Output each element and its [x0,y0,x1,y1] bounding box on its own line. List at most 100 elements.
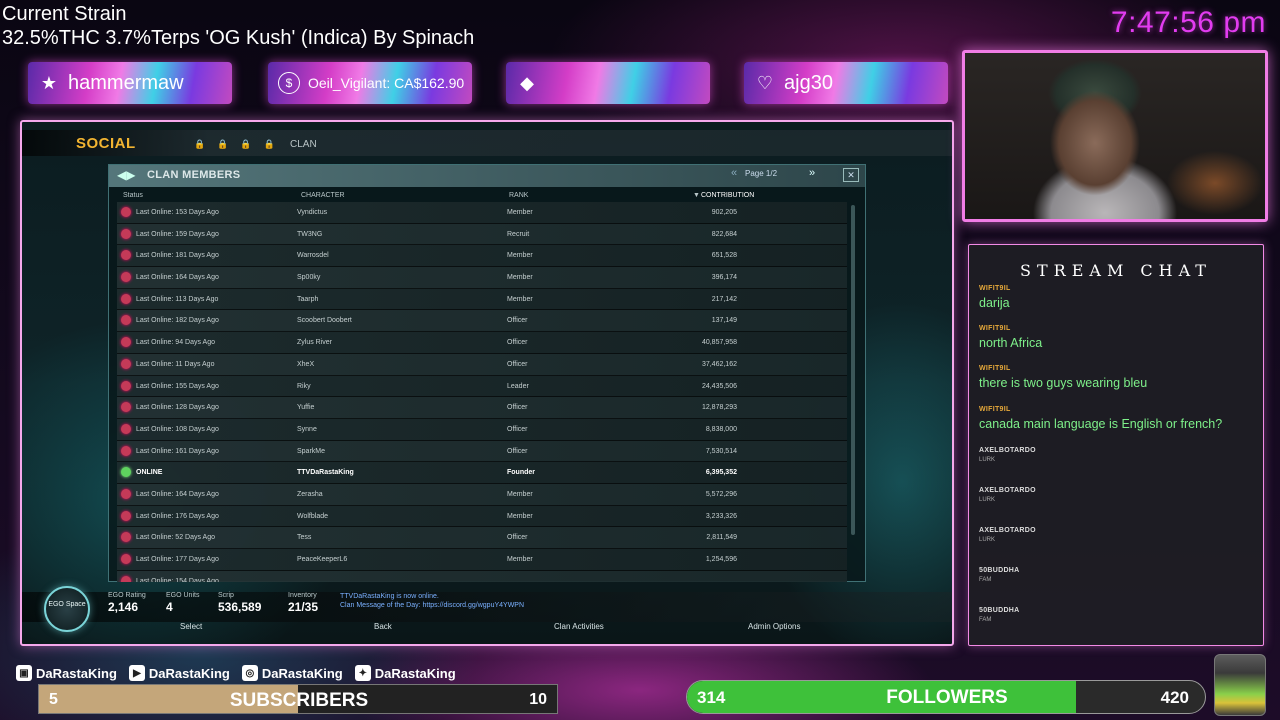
strain-detail: 32.5%THC 3.7%Terps 'OG Kush' (Indica) By… [2,27,475,49]
member-character: Synne [297,425,317,433]
instagram-icon: ◎ [241,665,258,681]
member-status: Last Online: 176 Days Ago [136,512,219,520]
member-contribution: 8,838,000 [705,425,737,433]
ego-rating-label: EGO Rating [108,592,146,599]
table-row[interactable]: Last Online: 113 Days Ago Taarph Member 217… [117,288,847,311]
member-rank: Officer [507,425,528,433]
tab-clan[interactable]: CLAN [290,139,317,150]
member-rank: Officer [507,447,528,455]
table-row[interactable]: Last Online: 128 Days Ago Yuffie Officer 12… [117,397,847,419]
offline-status-icon [121,445,131,456]
twitch-icon: ▣ [16,665,32,681]
table-row[interactable]: Last Online: 153 Days Ago Vyndictus Member… [117,202,847,224]
table-row[interactable]: Last Online: 176 Days Ago Wolfblade Member… [117,505,847,528]
offline-status-icon [121,358,131,369]
offline-status-icon [121,575,131,582]
followers-goal-bar: 314 FOLLOWERS 420 [686,680,1206,714]
motd-message[interactable]: Clan Message of the Day: https://discord… [340,601,524,610]
alert-banner-follow: ★ hammermaw [28,62,232,104]
game-window: SOCIAL 🔒🔒🔒🔒 CLAN ◀▶ CLAN MEMBERS « Page … [20,120,954,646]
member-character: Yuffie [297,404,315,412]
member-character: Zerasha [297,490,323,498]
table-row[interactable]: Last Online: 177 Days Ago PeaceKeeperL6 Me… [117,549,847,571]
webcam-feed [962,50,1268,222]
banner-label: hammermaw [68,71,184,94]
social-link[interactable]: ▣ DaRastaKing [16,665,117,681]
col-rank[interactable]: RANK [509,192,528,199]
table-row[interactable]: Last Online: 11 Days Ago XheX Officer 37,46… [117,353,847,376]
ego-rating: EGO Rating 2,146 [108,592,146,614]
member-rank: Officer [507,317,528,325]
table-row[interactable]: Last Online: 108 Days Ago Synne Officer 8,8… [117,418,847,441]
member-rank: Officer [507,404,528,412]
member-status: Last Online: 128 Days Ago [136,404,219,412]
youtube-icon: ▶ [128,665,145,681]
panel-header: ◀▶ CLAN MEMBERS « Page 1/2 » ✕ [109,165,865,187]
chat-username[interactable]: 50BUDDHA [979,607,1259,614]
chat-username[interactable]: AXELBOTARDO [979,487,1259,494]
select-button[interactable]: Select [180,622,202,631]
table-row[interactable]: Last Online: 94 Days Ago Zylus River Offic… [117,332,847,354]
back-arrow-icon[interactable]: ◀▶ [117,168,135,182]
banner-label: ajg30 [784,71,833,94]
table-row[interactable]: Last Online: 159 Days Ago TW3NG Recruit 822… [117,223,847,246]
member-rank: Leader [507,382,529,390]
chat-text: north Africa [979,336,1043,350]
member-contribution: 3,233,326 [705,512,737,520]
member-contribution: 40,857,958 [701,339,737,347]
chat-emote: LURK [979,537,996,543]
member-contribution: 396,174 [711,274,737,282]
table-row[interactable]: Last Online: 182 Days Ago Scoobert Doober… [117,310,847,333]
member-rank: Officer [507,360,528,368]
strain-info: Current Strain 32.5%THC 3.7%Terps 'OG Ku… [2,2,474,50]
member-character: PeaceKeeperL6 [297,556,348,563]
table-row[interactable]: Last Online: 164 Days Ago Sp00ky Member 396… [117,267,847,289]
member-contribution: 2,811,549 [706,534,737,542]
chat-emote: FAM [979,617,992,623]
social-link[interactable]: ✦ DaRastaKing [354,665,456,681]
col-contribution[interactable]: CONTRIBUTION [701,192,754,199]
alert-banner-donation: $ Oeil_Vigilant: CA$162.90 [268,62,472,104]
table-row[interactable]: Last Online: 155 Days Ago Riky Leader 24,43… [117,375,847,398]
next-page-icon[interactable]: » [809,167,815,179]
scrollbar[interactable] [851,205,855,535]
chat-username[interactable]: 50BUDDHA [979,567,1259,574]
member-status: Last Online: 161 Days Ago [136,447,219,455]
table-row[interactable]: Last Online: 52 Days Ago Tess Officer 2,811… [117,527,847,549]
member-character: Sp00ky [297,274,321,282]
social-handle: DaRastaKing [36,665,117,681]
ego-space-badge: EGO Space [44,586,90,632]
chat-username[interactable]: AXELBOTARDO [979,527,1259,534]
admin-options-button[interactable]: Admin Options [748,622,800,631]
chat-username[interactable]: WIFIT9IL [979,406,1259,413]
close-icon[interactable]: ✕ [843,168,859,182]
back-button[interactable]: Back [374,622,392,631]
table-row[interactable]: Last Online: 154 Days Ago [117,570,847,582]
table-row[interactable]: Last Online: 181 Days Ago Warrosdel Member… [117,245,847,268]
member-character: Taarph [297,295,319,303]
scrip: Scrip 536,589 [218,592,261,614]
tab-lock-icons: 🔒🔒🔒🔒 [194,139,287,149]
social-link[interactable]: ◎ DaRastaKing [241,665,343,681]
table-row[interactable]: ONLINE TTVDaRastaKing Founder 6,395,352 [117,462,847,484]
chat-username[interactable]: WIFIT9IL [979,365,1259,372]
clan-activities-button[interactable]: Clan Activities [554,622,604,631]
offline-status-icon [121,337,131,348]
tab-social[interactable]: SOCIAL [76,135,136,152]
chat-username[interactable]: AXELBOTARDO [979,447,1259,454]
member-status: ONLINE [136,469,163,477]
table-row[interactable]: Last Online: 161 Days Ago SparkMe Officer 7… [117,440,847,463]
chat-message: AXELBOTARDO LURK [979,527,1259,544]
member-status: Last Online: 11 Days Ago [136,360,215,368]
member-rank: Member [507,490,533,498]
col-status[interactable]: Status [123,192,143,199]
member-rank: Recruit [507,230,530,238]
scrip-value: 536,589 [218,600,262,614]
col-character[interactable]: CHARACTER [301,192,345,199]
chat-username[interactable]: WIFIT9IL [979,325,1259,332]
table-row[interactable]: Last Online: 164 Days Ago Zerasha Member 5,… [117,483,847,506]
social-link[interactable]: ▶ DaRastaKing [128,665,230,681]
prev-page-icon[interactable]: « [731,167,737,179]
social-handle: DaRastaKing [261,665,343,681]
chat-username[interactable]: WIFIT9IL [979,285,1259,292]
